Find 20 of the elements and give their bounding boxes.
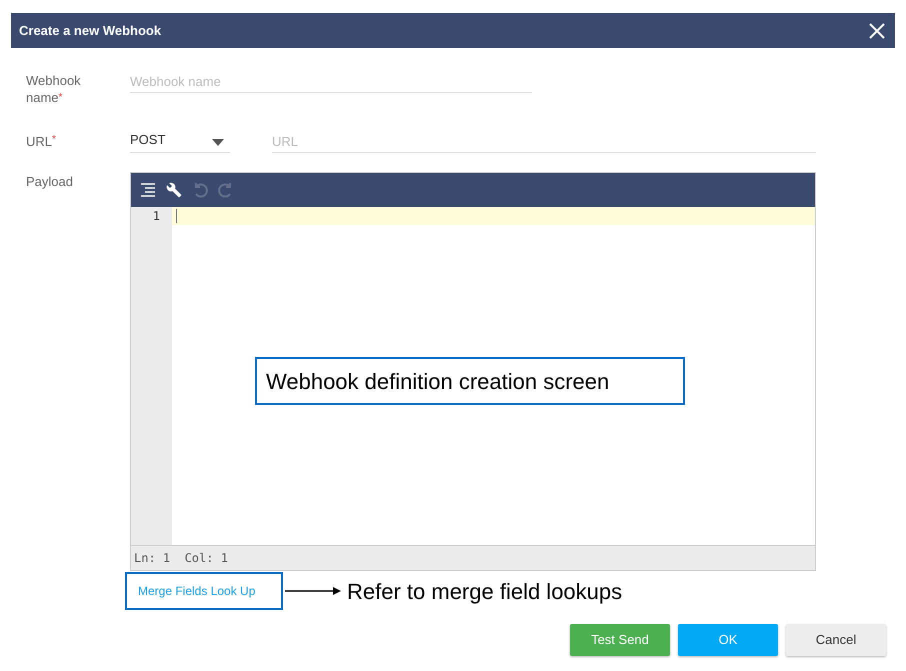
caret-icon — [212, 139, 224, 146]
field-label: URL — [26, 134, 52, 149]
dialog-button[interactable]: Test Send — [570, 624, 670, 656]
field-label: Webhook name* — [26, 72, 82, 106]
method-dropdown[interactable]: POST — [130, 130, 230, 153]
callout-text: Webhook definition creation screen — [266, 368, 610, 396]
dialog-button[interactable]: OK — [678, 624, 778, 656]
line-number: 1 — [152, 208, 161, 225]
url-field[interactable]: URL — [272, 130, 816, 153]
format-icon[interactable] — [140, 183, 156, 197]
webhook-name-field[interactable]: Webhook name — [130, 70, 532, 93]
cursor-position: Ln: 1 Col: 1 — [134, 550, 228, 567]
close-icon[interactable] — [869, 22, 885, 38]
dialog-button[interactable]: Cancel — [786, 624, 886, 656]
callout-text: Refer to merge field lookups — [347, 578, 622, 606]
required-mark: * — [52, 134, 56, 145]
dialog-title: Create a new Webhook — [19, 22, 162, 40]
field-label: Payload — [26, 174, 73, 189]
wrench-icon[interactable] — [166, 182, 182, 198]
arrow — [285, 586, 341, 596]
